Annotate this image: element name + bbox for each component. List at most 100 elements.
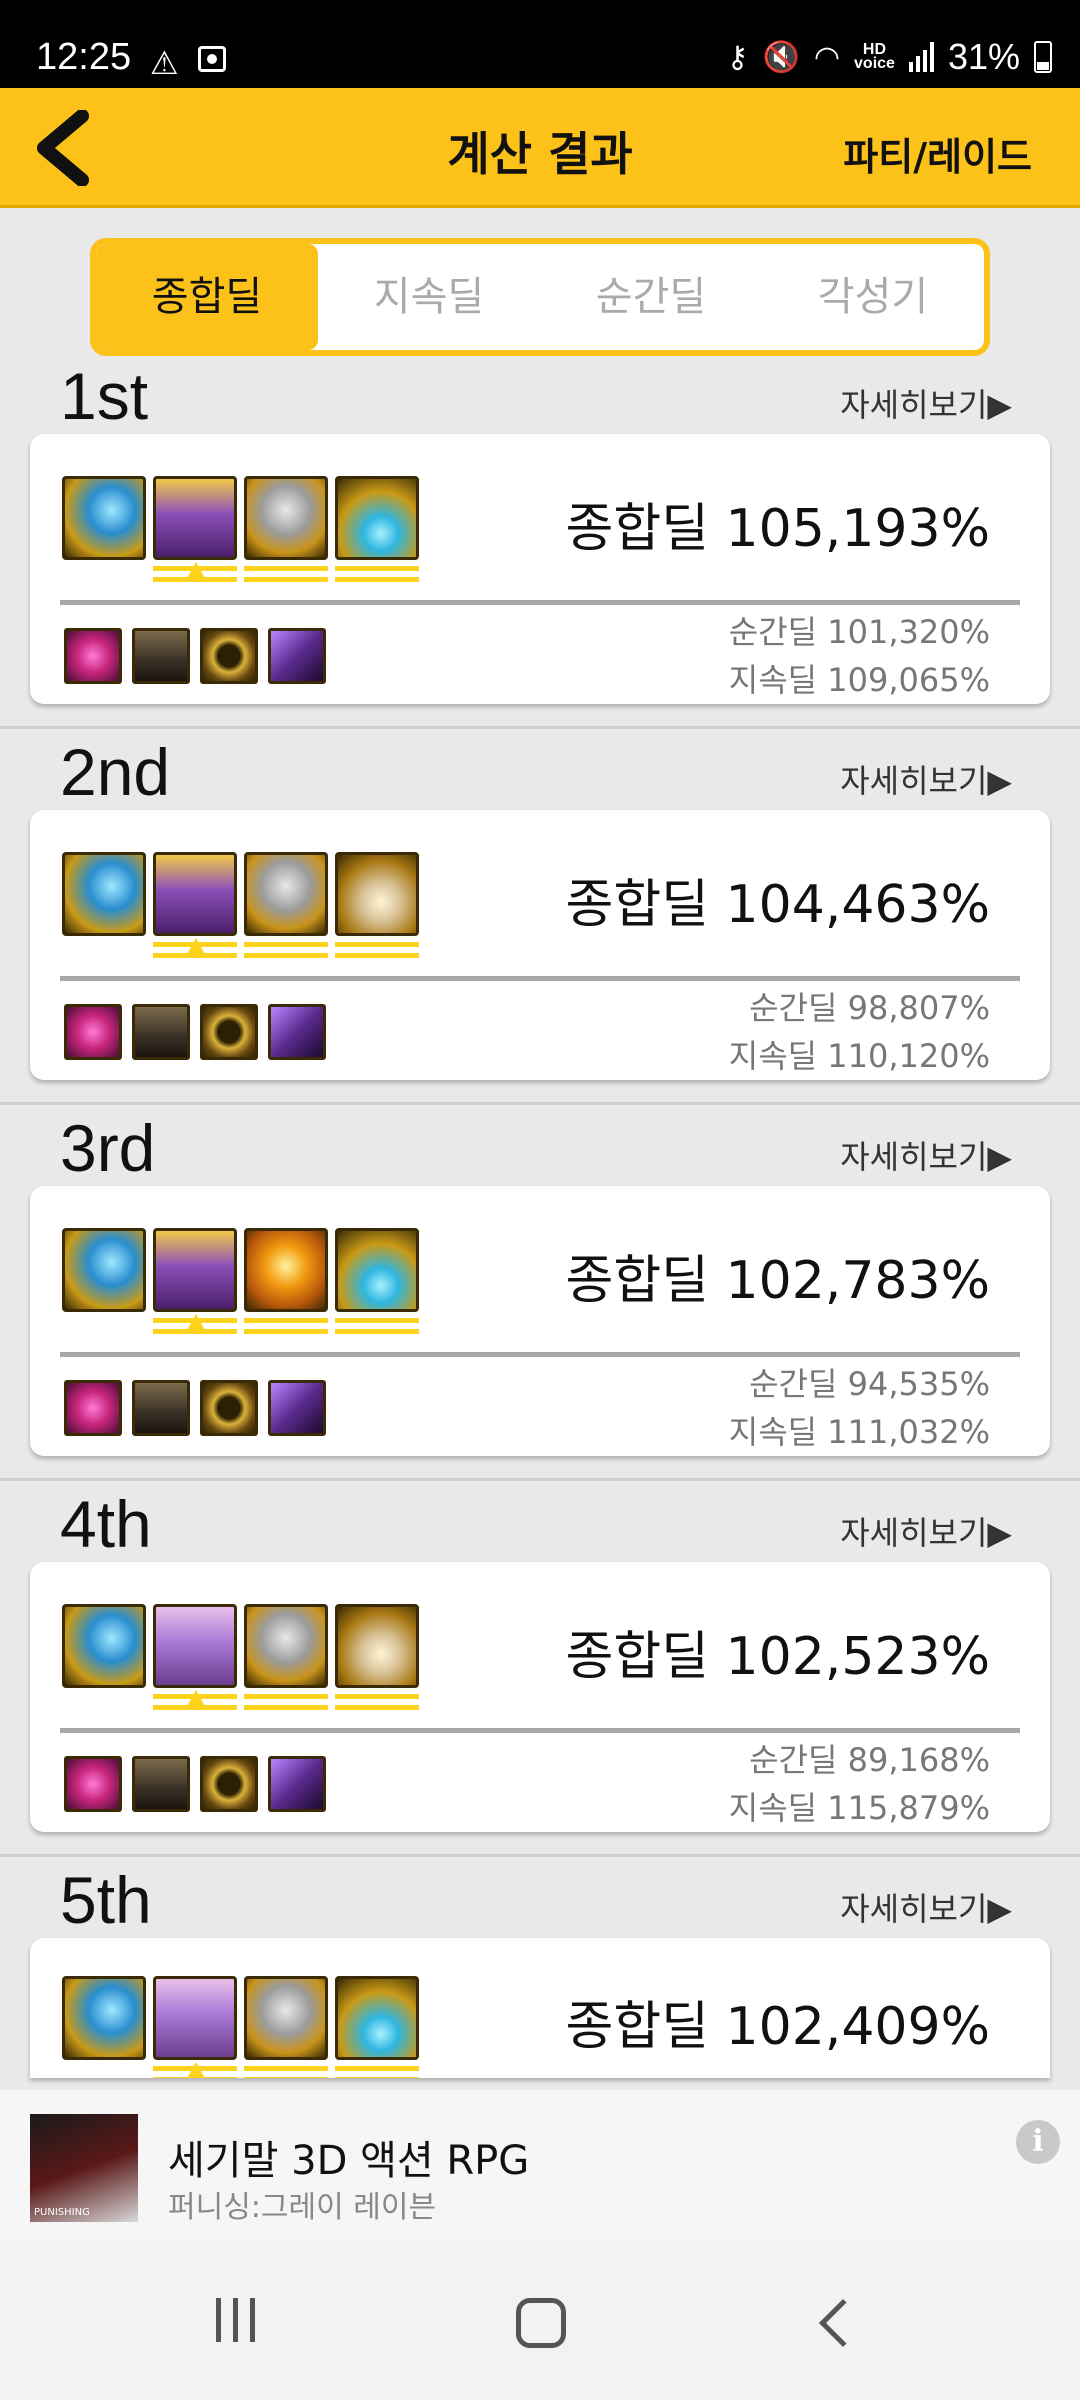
divider	[60, 1352, 1020, 1357]
deal-breakdown: 순간딜 94,535% 지속딜 111,032%	[729, 1360, 990, 1456]
pendant-icon	[335, 1228, 419, 1312]
view-details-link[interactable]: 자세히보기▶	[840, 1508, 1012, 1554]
cloak-icon	[153, 1604, 237, 1688]
rose-icon	[64, 1756, 122, 1812]
key-icon: ⚷	[726, 40, 749, 74]
boots-icon	[268, 628, 326, 684]
burst-deal-value: 순간딜 101,320%	[728, 613, 990, 651]
sustain-deal-value: 지속딜 111,032%	[728, 1413, 990, 1451]
tab-burst-deal[interactable]: 순간딜	[540, 244, 762, 350]
orb-icon	[244, 1228, 328, 1312]
boots-icon	[268, 1756, 326, 1812]
hd-voice-icon: HD voice	[854, 41, 895, 72]
section-divider	[0, 1102, 1080, 1105]
rank-label: 4th	[60, 1487, 152, 1561]
party-raid-button[interactable]: 파티/레이드	[843, 126, 1032, 181]
rose-icon	[64, 1004, 122, 1060]
view-details-link[interactable]: 자세히보기▶	[840, 1884, 1012, 1930]
rank-label: 2nd	[60, 735, 171, 809]
rank-label: 5th	[60, 1863, 152, 1937]
cloak-icon	[153, 1228, 237, 1312]
sub-equipment-icons	[64, 628, 326, 684]
sustain-deal-value: 지속딜 110,120%	[728, 1037, 990, 1075]
result-card[interactable]: 종합딜 102,523% 순간딜 89,168% 지속딜 115,879%	[30, 1562, 1050, 1832]
section-divider	[0, 1854, 1080, 1857]
weapon-icon	[62, 1228, 146, 1312]
wifi-icon: ◠	[813, 40, 841, 74]
status-time: 12:25	[36, 36, 132, 78]
ad-subtitle: 퍼니싱:그레이 레이븐	[168, 2190, 437, 2225]
view-details-link[interactable]: 자세히보기▶	[840, 1132, 1012, 1178]
burst-deal-value: 순간딜 94,535%	[749, 1365, 990, 1403]
mask-icon	[244, 1604, 328, 1688]
status-bar: 12:25 ⚠ ⚷ 🔇 ◠ HD voice 31%	[0, 0, 1080, 88]
pendant-icon	[335, 476, 419, 560]
pants-icon	[132, 1004, 190, 1060]
total-deal-value: 종합딜 102,783%	[565, 1251, 991, 1311]
home-icon[interactable]	[516, 2298, 566, 2348]
tab-awakening[interactable]: 각성기	[762, 244, 984, 350]
divider	[60, 1728, 1020, 1733]
equipment-icons	[62, 476, 419, 582]
ring-icon	[200, 1756, 258, 1812]
equipment-icons	[62, 1976, 419, 2078]
mask-icon	[244, 852, 328, 936]
pants-icon	[132, 1756, 190, 1812]
sub-equipment-icons	[64, 1756, 326, 1812]
pants-icon	[132, 628, 190, 684]
result-card[interactable]: 종합딜 102,783% 순간딜 94,535% 지속딜 111,032%	[30, 1186, 1050, 1456]
result-card[interactable]: 종합딜 104,463% 순간딜 98,807% 지속딜 110,120%	[30, 810, 1050, 1080]
signal-icon	[908, 42, 934, 72]
rank-label: 3rd	[60, 1111, 156, 1185]
divider	[60, 600, 1020, 605]
divider	[60, 976, 1020, 981]
sustain-deal-value: 지속딜 115,879%	[728, 1789, 990, 1827]
view-details-link[interactable]: 자세히보기▶	[840, 756, 1012, 802]
rose-icon	[64, 1380, 122, 1436]
burst-deal-value: 순간딜 98,807%	[749, 989, 990, 1027]
sub-equipment-icons	[64, 1380, 326, 1436]
weapon-icon	[62, 1604, 146, 1688]
warning-icon: ⚠	[150, 44, 179, 82]
equipment-icons	[62, 1228, 419, 1334]
deal-breakdown: 순간딜 89,168% 지속딜 115,879%	[729, 1736, 990, 1832]
pendant-icon	[335, 1976, 419, 2060]
ad-title: 세기말 3D 액션 RPG	[168, 2138, 530, 2184]
weapon-icon	[62, 476, 146, 560]
recent-apps-icon[interactable]	[216, 2298, 255, 2342]
weapon-icon	[62, 1976, 146, 2060]
weapon-icon	[62, 852, 146, 936]
ad-banner[interactable]: PUNISHING 세기말 3D 액션 RPG 퍼니싱:그레이 레이븐 i	[0, 2090, 1080, 2240]
sustain-deal-value: 지속딜 109,065%	[728, 661, 990, 699]
boots-icon	[268, 1004, 326, 1060]
mask-icon	[244, 1976, 328, 2060]
view-details-link[interactable]: 자세히보기▶	[840, 380, 1012, 426]
total-deal-value: 종합딜 102,523%	[565, 1627, 991, 1687]
equipment-icons	[62, 1604, 419, 1710]
deal-breakdown: 순간딜 101,320% 지속딜 109,065%	[729, 608, 990, 704]
equipment-icons	[62, 852, 419, 958]
ring-icon	[200, 1380, 258, 1436]
cloak-icon	[153, 476, 237, 560]
cloak-icon	[153, 1976, 237, 2060]
result-tabs: 종합딜 지속딜 순간딜 각성기	[90, 238, 990, 356]
total-deal-value: 종합딜 105,193%	[565, 499, 991, 559]
total-deal-value: 종합딜 104,463%	[565, 875, 991, 935]
sub-equipment-icons	[64, 1004, 326, 1060]
mask-icon	[244, 476, 328, 560]
rose-icon	[64, 628, 122, 684]
tab-total-deal[interactable]: 종합딜	[96, 244, 318, 350]
lantern-icon	[335, 1604, 419, 1688]
result-card[interactable]: 종합딜 105,193% 순간딜 101,320% 지속딜 109,065%	[30, 434, 1050, 704]
back-nav-icon[interactable]	[818, 2298, 868, 2348]
total-deal-value: 종합딜 102,409%	[565, 1997, 991, 2057]
ring-icon	[200, 1004, 258, 1060]
result-card[interactable]: 종합딜 102,409%	[30, 1938, 1050, 2078]
section-divider	[0, 1478, 1080, 1481]
info-icon[interactable]: i	[1016, 2120, 1060, 2164]
cloak-icon	[153, 852, 237, 936]
rank-label: 1st	[60, 359, 149, 428]
app-header: 계산 결과 파티/레이드	[0, 88, 1080, 208]
boots-icon	[268, 1380, 326, 1436]
tab-sustain-deal[interactable]: 지속딜	[318, 244, 540, 350]
